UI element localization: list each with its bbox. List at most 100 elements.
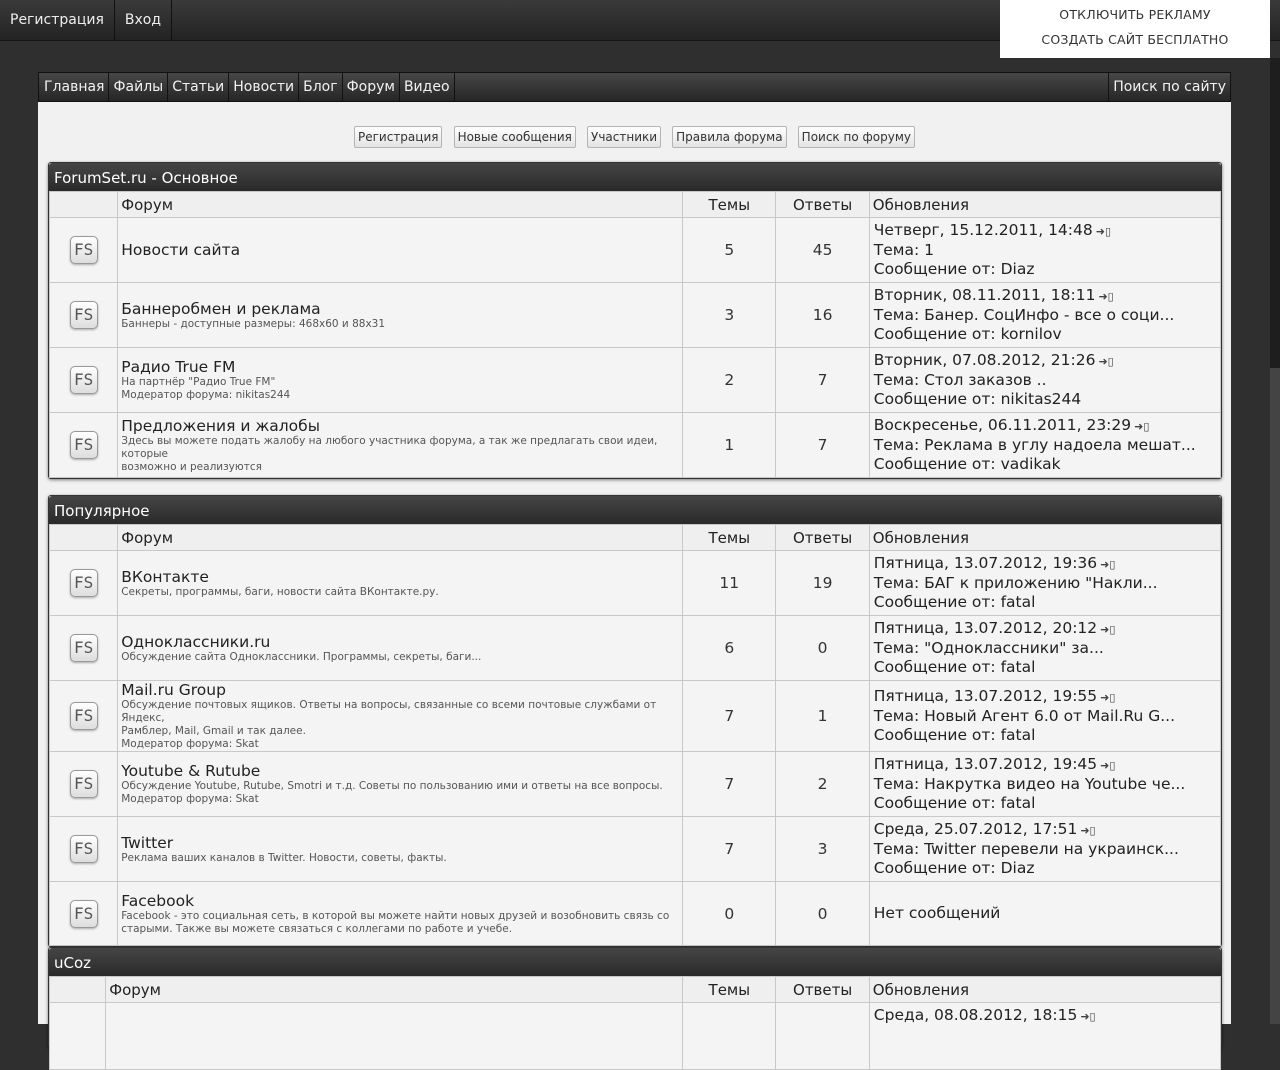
section-title[interactable]: Популярное — [49, 496, 1221, 524]
last-update-line: Пятница, 13.07.2012, 19:55 ➜▯ — [874, 687, 1220, 707]
replies-count: 16 — [775, 282, 870, 348]
forum-icon: FS — [69, 431, 98, 459]
forum-icon: FS — [69, 569, 98, 597]
forum-name-cell: Одноклассники.ru Обсуждение сайта Однокла… — [117, 615, 684, 681]
go-to-post-icon[interactable]: ➜▯ — [1098, 290, 1113, 303]
last-update-text: Тема: Стол заказов .. — [873, 371, 1047, 389]
go-to-post-icon[interactable]: ➜▯ — [1100, 759, 1115, 772]
last-update-line[interactable]: Сообщение от: fatal — [874, 593, 1220, 612]
go-to-post-icon[interactable]: ➜▯ — [1080, 824, 1095, 837]
forum-title-link[interactable]: Youtube & Rutube — [121, 762, 682, 780]
last-update-line[interactable]: Тема: Стол заказов .. — [874, 371, 1220, 390]
go-to-post-icon[interactable]: ➜▯ — [1100, 691, 1115, 704]
forum-row: Среда, 08.08.2012, 18:15 ➜▯ — [48, 1002, 1222, 1070]
last-update-line[interactable]: Сообщение от: Diaz — [874, 260, 1220, 279]
scrollbar-thumb[interactable] — [1270, 368, 1280, 1024]
last-update-line[interactable]: Тема: Реклама в углу надоела мешат... — [874, 436, 1220, 455]
replies-count: 1 — [775, 680, 870, 752]
nav-item-articles[interactable]: Статьи — [168, 73, 230, 101]
forum-table: Форум Темы Ответы Обновления Среда, 08.08.20… — [48, 976, 1222, 1070]
forum-title-link[interactable]: Facebook — [121, 892, 682, 910]
forum-name-cell — [105, 1002, 684, 1070]
topics-count: 6 — [682, 615, 777, 681]
last-update-line[interactable]: Сообщение от: fatal — [874, 794, 1220, 813]
go-to-post-icon[interactable]: ➜▯ — [1134, 420, 1149, 433]
last-update-line[interactable]: Тема: Накрутка видео на Youtube че... — [874, 775, 1220, 794]
forum-search-button[interactable]: Поиск по форуму — [797, 126, 915, 148]
forum-register-button[interactable]: Регистрация — [354, 126, 443, 148]
nav-item-blog[interactable]: Блог — [299, 73, 343, 101]
forum-name-cell: Youtube & Rutube Обсуждение Youtube, Rutu… — [117, 751, 684, 817]
scrollbar[interactable] — [1270, 58, 1280, 1024]
create-site-link[interactable]: СОЗДАТЬ САЙТ БЕСПЛАТНО — [1000, 32, 1270, 47]
forum-title-link[interactable]: Радио True FM — [121, 358, 682, 376]
last-update-line[interactable]: Сообщение от: nikitas244 — [874, 390, 1220, 409]
nav-item-forum[interactable]: Форум — [343, 73, 400, 101]
nav-item-video[interactable]: Видео — [400, 73, 455, 101]
last-update-line[interactable]: Тема: Банер. СоцИнфо - все о соци... — [874, 306, 1220, 325]
forum-icon: FS — [69, 770, 98, 798]
last-update-line[interactable]: Тема: Twitter перевели на украинск... — [874, 840, 1220, 859]
disable-ads-link[interactable]: ОТКЛЮЧИТЬ РЕКЛАМУ — [1000, 7, 1270, 22]
forum-description: Рамблер, Mail, Gmail и так далее. — [121, 725, 306, 737]
last-update-line[interactable]: Тема: БАГ к приложению "Накли... — [874, 574, 1220, 593]
forum-title-link[interactable]: ВКонтакте — [121, 568, 682, 586]
replies-count: 0 — [775, 615, 870, 681]
ad-box: ОТКЛЮЧИТЬ РЕКЛАМУ СОЗДАТЬ САЙТ БЕСПЛАТНО — [1000, 0, 1270, 58]
last-update-line[interactable]: Сообщение от: Diaz — [874, 859, 1220, 878]
header-topics: Темы — [682, 191, 777, 218]
last-update-line: Пятница, 13.07.2012, 20:12 ➜▯ — [874, 619, 1220, 639]
forum-rules-button[interactable]: Правила форума — [672, 126, 787, 148]
nav-item-news[interactable]: Новости — [229, 73, 300, 101]
forum-icon-cell — [48, 1002, 107, 1070]
forum-title-link[interactable]: Баннеробмен и реклама — [121, 300, 682, 318]
new-messages-button[interactable]: Новые сообщения — [453, 126, 576, 148]
header-forum: Форум — [117, 524, 684, 551]
last-update-text: Воскресенье, 06.11.2011, 23:29 — [873, 416, 1132, 434]
go-to-post-icon[interactable]: ➜▯ — [1096, 225, 1111, 238]
last-update-line[interactable]: Тема: "Одноклассники" за... — [874, 639, 1220, 658]
last-update-line[interactable]: Сообщение от: fatal — [874, 658, 1220, 677]
go-to-post-icon[interactable]: ➜▯ — [1098, 355, 1113, 368]
forum-title-link[interactable]: Одноклассники.ru — [121, 633, 682, 651]
forum-title-link[interactable]: Предложения и жалобы — [121, 417, 682, 435]
last-update-line[interactable]: Сообщение от: kornilov — [874, 325, 1220, 344]
forum-description: Секреты, программы, баги, новости сайта … — [121, 585, 439, 598]
last-update-text: Сообщение от: nikitas244 — [873, 390, 1082, 408]
replies-count — [775, 1002, 870, 1070]
last-update-text: Сообщение от: Diaz — [873, 260, 1035, 278]
header-updates: Обновления — [868, 976, 1222, 1003]
forum-name-cell: Mail.ru Group Обсуждение почтовых ящиков.… — [117, 680, 684, 752]
nav-item-home[interactable]: Главная — [39, 73, 110, 101]
forum-title-link[interactable]: Mail.ru Group — [121, 681, 682, 699]
go-to-post-icon[interactable]: ➜▯ — [1100, 558, 1115, 571]
topics-count: 7 — [682, 680, 777, 752]
topics-count: 0 — [682, 881, 777, 946]
last-update-line[interactable]: Сообщение от: fatal — [874, 726, 1220, 745]
go-to-post-icon[interactable]: ➜▯ — [1100, 623, 1115, 636]
header-topics: Темы — [682, 976, 777, 1003]
last-update-line[interactable]: Сообщение от: vadikak — [874, 455, 1220, 474]
header-forum: Форум — [105, 976, 684, 1003]
forum-description: На партнёр "Радио True FM" — [121, 376, 276, 388]
forum-title-link[interactable]: Twitter — [121, 834, 682, 852]
site-search-link[interactable]: Поиск по сайту — [1108, 73, 1230, 101]
forum-description: Баннеры - доступные размеры: 468x60 и 88… — [121, 317, 386, 330]
forum-title-link[interactable]: Новости сайта — [121, 241, 682, 259]
members-button[interactable]: Участники — [587, 126, 662, 148]
section-title[interactable]: uCoz — [49, 948, 1221, 976]
last-update-line[interactable]: Тема: 1 — [874, 241, 1220, 260]
forum-description: Модератор форума: Skat — [121, 793, 259, 805]
section-title[interactable]: ForumSet.ru - Основное — [49, 163, 1221, 191]
last-update-text: Пятница, 13.07.2012, 19:36 — [873, 554, 1098, 572]
replies-count: 7 — [775, 347, 870, 413]
go-to-post-icon[interactable]: ➜▯ — [1080, 1010, 1095, 1023]
forum-description: возможно и реализуются — [121, 460, 262, 473]
header-icon-col — [48, 524, 119, 551]
replies-count: 19 — [775, 550, 870, 616]
register-link[interactable]: Регистрация — [0, 0, 115, 40]
forum-description: Здесь вы можете подать жалобу на любого … — [121, 434, 658, 460]
login-link[interactable]: Вход — [115, 0, 173, 40]
last-update-line[interactable]: Тема: Новый Агент 6.0 от Mail.Ru G... — [874, 707, 1220, 726]
nav-item-files[interactable]: Файлы — [109, 73, 169, 101]
